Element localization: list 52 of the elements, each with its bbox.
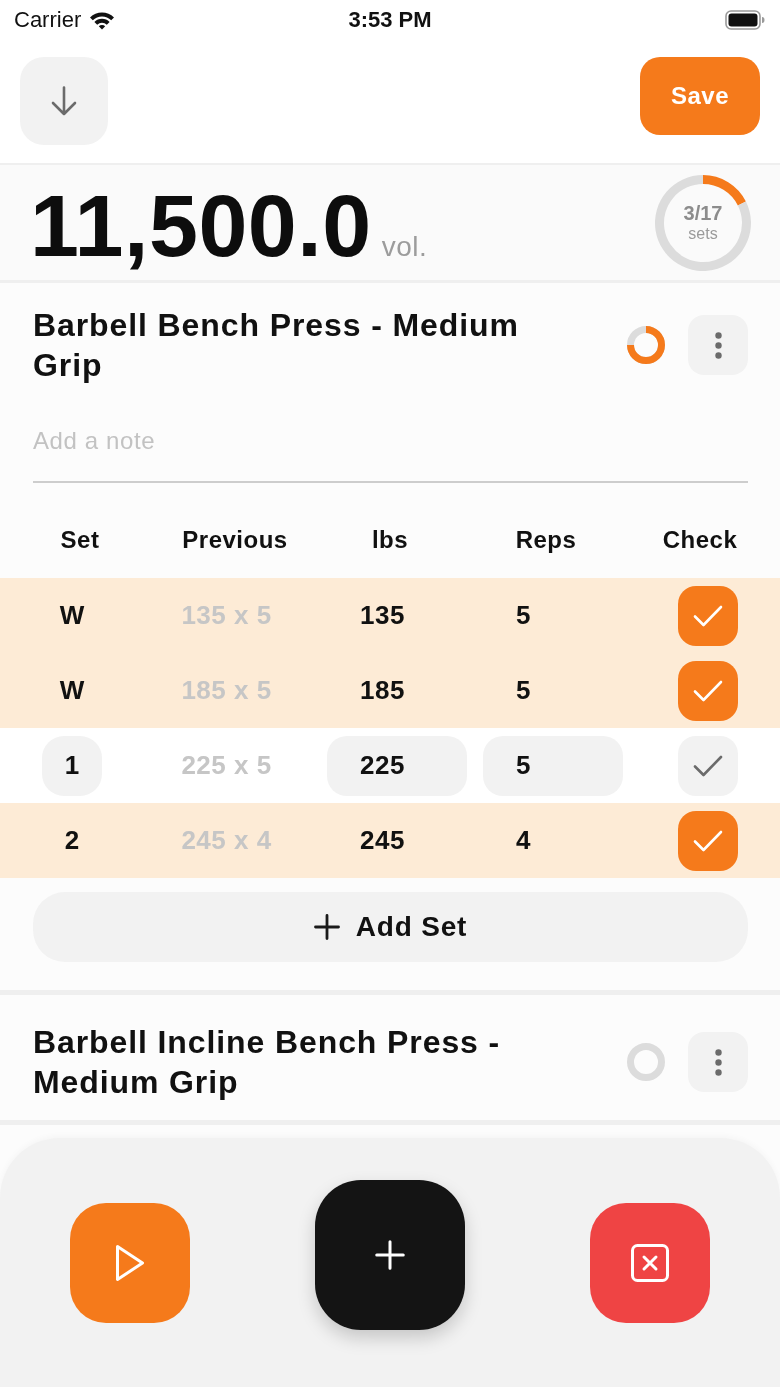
more-icon bbox=[714, 331, 722, 359]
check-icon bbox=[693, 679, 723, 702]
progress-ring bbox=[627, 1043, 665, 1081]
reps-value: 4 bbox=[516, 825, 531, 856]
check-button[interactable] bbox=[678, 810, 738, 871]
sets-count: 3/17 bbox=[683, 201, 723, 225]
check-icon bbox=[693, 829, 723, 852]
check-icon bbox=[693, 604, 723, 627]
reps-field[interactable]: 5 bbox=[483, 735, 623, 796]
carrier-name: Carrier bbox=[14, 7, 82, 33]
check-button[interactable] bbox=[678, 735, 738, 796]
reps-value: 5 bbox=[516, 675, 531, 706]
weight-value: 135 bbox=[360, 600, 405, 631]
set-number: W bbox=[59, 675, 85, 706]
wifi-icon bbox=[89, 10, 116, 30]
check-button[interactable] bbox=[678, 660, 738, 721]
done-slice bbox=[703, 174, 746, 205]
start-button[interactable] bbox=[70, 1202, 190, 1323]
weight-value: 245 bbox=[360, 825, 405, 856]
more-icon bbox=[714, 1048, 722, 1076]
column-header: Check bbox=[662, 525, 738, 554]
check-icon bbox=[693, 754, 723, 777]
battery-icon bbox=[725, 10, 765, 30]
column-header: Reps bbox=[515, 525, 577, 554]
plus-icon bbox=[375, 1240, 405, 1270]
square-x-icon bbox=[631, 1243, 669, 1282]
weight-value: 185 bbox=[360, 675, 405, 706]
more-button[interactable] bbox=[688, 1032, 748, 1092]
discard-button[interactable] bbox=[590, 1202, 710, 1323]
arrow-down-icon bbox=[51, 86, 77, 116]
volume-unit: vol. bbox=[381, 230, 428, 263]
total-volume: 11,500.0 bbox=[30, 181, 372, 270]
weight-field[interactable]: 225 bbox=[327, 735, 467, 796]
set-number: 2 bbox=[64, 825, 80, 856]
check-button[interactable] bbox=[678, 585, 738, 646]
reps-value: 5 bbox=[516, 600, 531, 631]
add-set-button[interactable]: Add Set bbox=[33, 892, 748, 962]
column-header: lbs bbox=[371, 525, 409, 554]
sets-label: sets bbox=[688, 224, 718, 244]
plus-icon bbox=[313, 914, 340, 940]
column-header: Previous bbox=[182, 525, 288, 554]
add-exercise-button[interactable] bbox=[315, 1180, 465, 1330]
set-number-button[interactable]: 1 bbox=[42, 735, 102, 796]
progress-ring bbox=[627, 326, 665, 364]
play-icon bbox=[115, 1243, 145, 1282]
exercise-title: Barbell Bench Press - Medium Grip bbox=[33, 306, 520, 385]
previous-value: 225 x 5 bbox=[181, 750, 272, 781]
more-button[interactable] bbox=[688, 315, 748, 375]
status-time: 3:53 PM bbox=[348, 7, 432, 33]
column-header: Set bbox=[60, 525, 100, 554]
set-number: W bbox=[59, 600, 85, 631]
exercise-title: Barbell Incline Bench Press - Medium Grip bbox=[33, 1023, 502, 1102]
